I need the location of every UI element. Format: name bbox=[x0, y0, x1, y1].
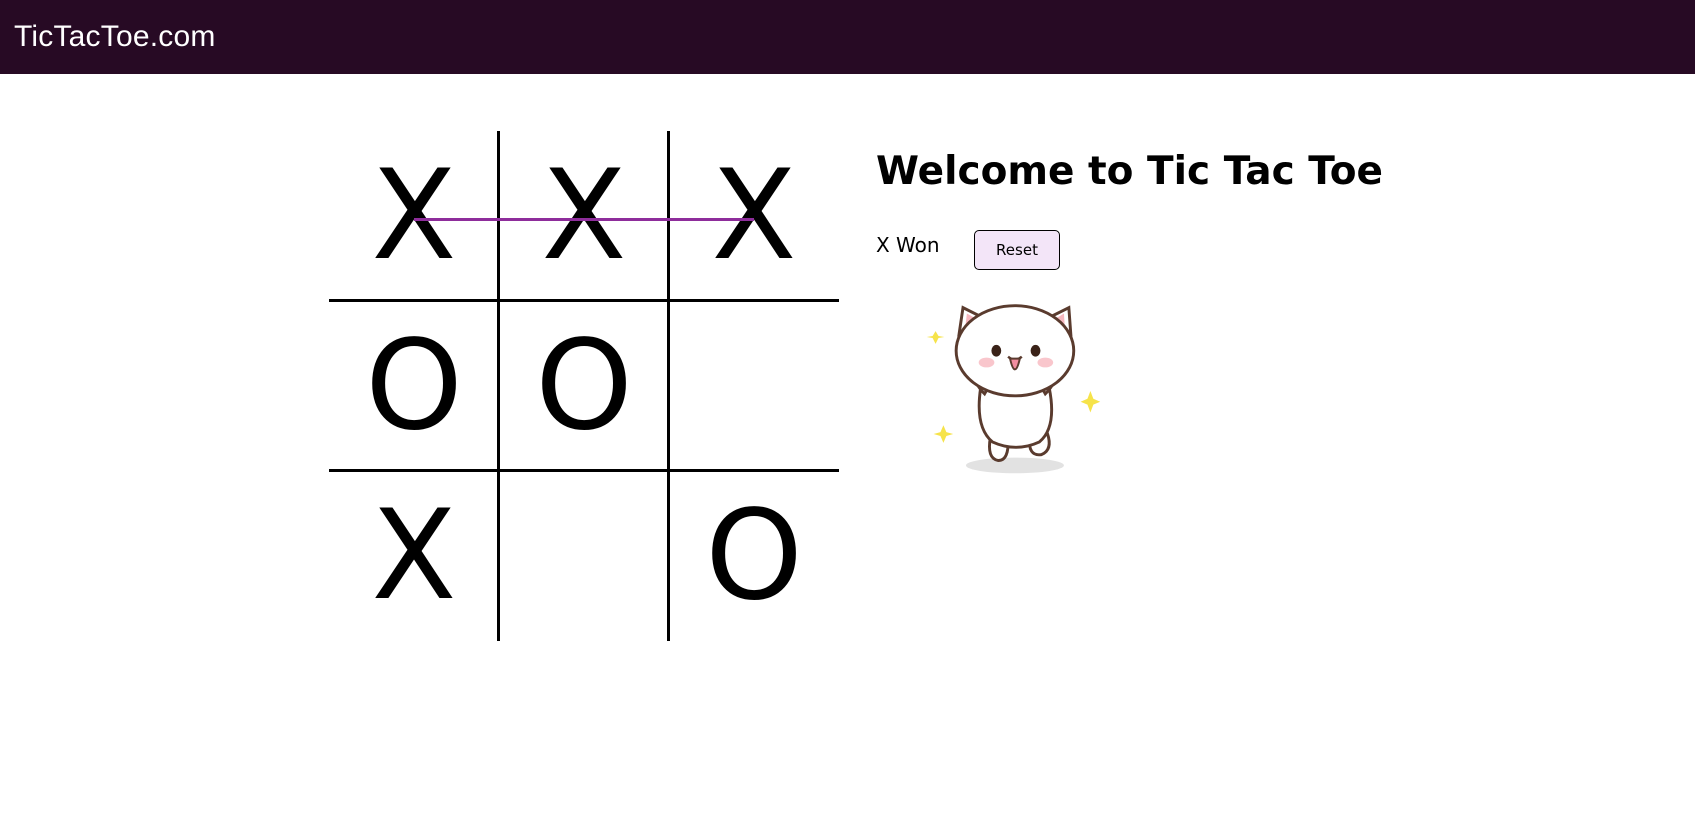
winning-line bbox=[414, 218, 754, 221]
board-cell-2[interactable]: X bbox=[669, 131, 839, 301]
game-info-panel: Welcome to Tic Tac Toe X Won Reset bbox=[876, 140, 1383, 474]
game-board: X X X O O X O bbox=[329, 131, 839, 641]
top-navbar: TicTacToe.com bbox=[0, 0, 1695, 74]
board-cell-5[interactable] bbox=[669, 301, 839, 471]
board-cell-0[interactable]: X bbox=[329, 131, 499, 301]
reset-button[interactable]: Reset bbox=[974, 230, 1060, 270]
board-cell-3[interactable]: O bbox=[329, 301, 499, 471]
status-row: X Won Reset bbox=[876, 230, 1176, 270]
game-status: X Won bbox=[876, 233, 940, 257]
board-cell-8[interactable]: O bbox=[669, 471, 839, 641]
board-cell-7[interactable] bbox=[499, 471, 669, 641]
celebrating-cat-icon bbox=[926, 304, 1101, 474]
page-title: Welcome to Tic Tac Toe bbox=[876, 149, 1383, 194]
site-title[interactable]: TicTacToe.com bbox=[14, 18, 216, 56]
board-cell-6[interactable]: X bbox=[329, 471, 499, 641]
board-cell-1[interactable]: X bbox=[499, 131, 669, 301]
board-cell-4[interactable]: O bbox=[499, 301, 669, 471]
